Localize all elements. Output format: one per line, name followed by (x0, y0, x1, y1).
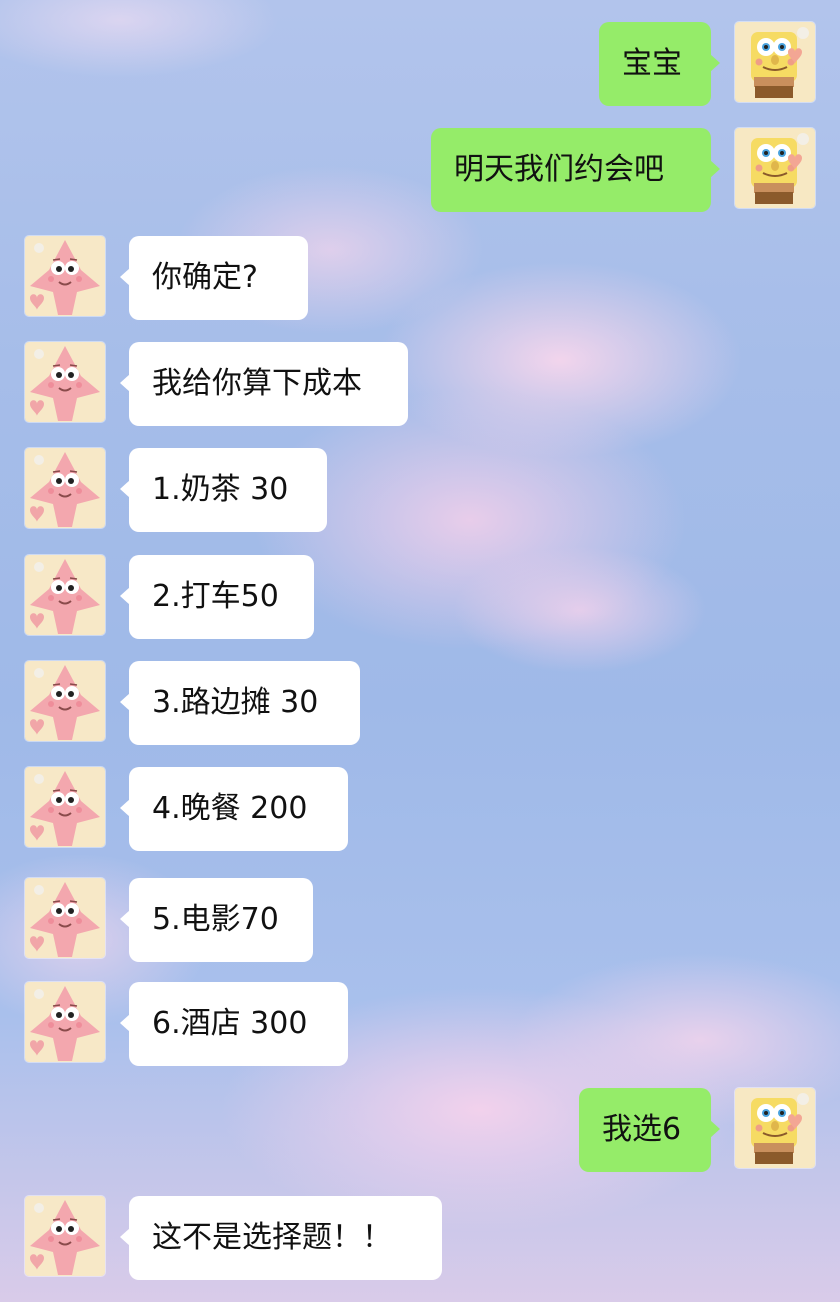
message-row-received: 3.路边摊 30 (0, 661, 840, 745)
message-bubble-received[interactable]: 6.酒店 300 (120, 982, 348, 1066)
message-text: 明天我们约会吧 (454, 152, 664, 187)
bubble-tail (120, 693, 130, 711)
patrick-avatar-icon[interactable] (25, 236, 105, 316)
bubble-tail (710, 54, 720, 72)
patrick-avatar-icon[interactable] (25, 1196, 105, 1276)
spongebob-avatar-icon[interactable] (735, 22, 815, 102)
patrick-avatar-icon[interactable] (25, 342, 105, 422)
message-row-received: 6.酒店 300 (0, 982, 840, 1066)
bubble-tail (120, 1228, 130, 1246)
message-row-received: 我给你算下成本 (0, 342, 840, 426)
message-row-received: 4.晚餐 200 (0, 767, 840, 851)
message-text: 这不是选择题！！ (152, 1220, 392, 1255)
message-text: 5.电影70 (152, 902, 279, 937)
message-bubble-sent[interactable]: 宝宝 (599, 22, 720, 106)
bubble-tail (120, 268, 130, 286)
patrick-avatar-icon[interactable] (25, 767, 105, 847)
patrick-avatar-icon[interactable] (25, 555, 105, 635)
message-bubble-received[interactable]: 这不是选择题！！ (120, 1196, 442, 1280)
bubble-tail (710, 1120, 720, 1138)
patrick-avatar-icon[interactable] (25, 878, 105, 958)
bubble-tail (120, 480, 130, 498)
message-row-received: 5.电影70 (0, 878, 840, 962)
bubble-tail (120, 374, 130, 392)
bubble-tail (120, 587, 130, 605)
message-bubble-received[interactable]: 4.晚餐 200 (120, 767, 348, 851)
message-bubble-received[interactable]: 5.电影70 (120, 878, 313, 962)
message-row-sent: 宝宝 (0, 22, 840, 106)
patrick-avatar-icon[interactable] (25, 448, 105, 528)
bubble-tail (120, 1014, 130, 1032)
patrick-avatar-icon[interactable] (25, 982, 105, 1062)
message-text: 我给你算下成本 (152, 366, 362, 401)
message-row-received: 这不是选择题！！ (0, 1196, 840, 1280)
message-row-sent: 我选6 (0, 1088, 840, 1172)
message-text: 我选6 (602, 1112, 682, 1147)
message-bubble-received[interactable]: 2.打车50 (120, 555, 314, 639)
bubble-tail (710, 160, 720, 178)
message-bubble-sent[interactable]: 明天我们约会吧 (431, 128, 720, 212)
message-bubble-received[interactable]: 你确定? (120, 236, 308, 320)
message-text: 你确定? (152, 260, 258, 295)
message-row-received: 2.打车50 (0, 555, 840, 639)
message-text: 6.酒店 300 (152, 1006, 308, 1041)
message-bubble-received[interactable]: 1.奶茶 30 (120, 448, 327, 532)
patrick-avatar-icon[interactable] (25, 661, 105, 741)
message-text: 1.奶茶 30 (152, 472, 289, 507)
message-bubble-received[interactable]: 3.路边摊 30 (120, 661, 360, 745)
message-text: 宝宝 (622, 46, 682, 81)
message-text: 4.晚餐 200 (152, 791, 308, 826)
message-bubble-sent[interactable]: 我选6 (579, 1088, 720, 1172)
bubble-tail (120, 910, 130, 928)
spongebob-avatar-icon[interactable] (735, 128, 815, 208)
message-text: 3.路边摊 30 (152, 685, 319, 720)
message-row-received: 你确定? (0, 236, 840, 320)
bubble-tail (120, 799, 130, 817)
spongebob-avatar-icon[interactable] (735, 1088, 815, 1168)
message-row-sent: 明天我们约会吧 (0, 128, 840, 212)
message-text: 2.打车50 (152, 579, 279, 614)
message-row-received: 1.奶茶 30 (0, 448, 840, 532)
message-bubble-received[interactable]: 我给你算下成本 (120, 342, 408, 426)
